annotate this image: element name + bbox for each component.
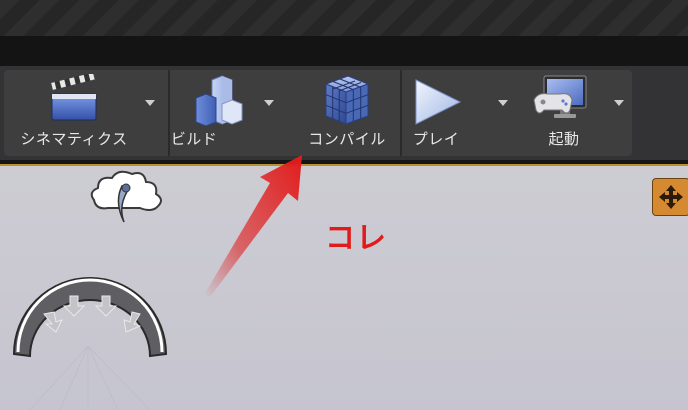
sky-light-icon[interactable] bbox=[86, 166, 170, 228]
compile-cube-icon bbox=[324, 75, 370, 125]
launch-dropdown-arrow[interactable] bbox=[614, 100, 624, 106]
move-gizmo-button[interactable] bbox=[652, 178, 688, 216]
launch-monitor-icon bbox=[533, 75, 587, 118]
cinematics-label: シネマティクス bbox=[20, 130, 128, 148]
directional-light-icon[interactable] bbox=[10, 274, 170, 360]
launch-label: 起動 bbox=[548, 130, 580, 148]
annotation-arrow bbox=[204, 155, 302, 297]
build-button[interactable]: ビルド bbox=[171, 70, 274, 156]
annotation-text: コレ bbox=[325, 221, 387, 256]
cinematics-dropdown-arrow[interactable] bbox=[145, 100, 155, 106]
play-label: プレイ bbox=[412, 130, 460, 148]
build-dropdown-arrow[interactable] bbox=[264, 100, 274, 106]
cinematics-button[interactable]: シネマティクス bbox=[4, 70, 155, 156]
play-icon bbox=[415, 79, 462, 125]
build-blocks-icon bbox=[195, 75, 243, 126]
main-toolbar: シネマティクス ビルド コンパイル プレイ 起動 bbox=[4, 70, 632, 156]
clapperboard-icon bbox=[50, 74, 97, 121]
launch-button[interactable]: 起動 bbox=[508, 70, 632, 156]
play-button[interactable]: プレイ bbox=[404, 70, 508, 156]
move-gizmo-icon bbox=[659, 185, 683, 209]
play-dropdown-arrow[interactable] bbox=[498, 100, 508, 106]
level-viewport[interactable] bbox=[0, 166, 688, 410]
window-title-bar bbox=[0, 0, 688, 36]
menu-bar bbox=[0, 36, 688, 66]
